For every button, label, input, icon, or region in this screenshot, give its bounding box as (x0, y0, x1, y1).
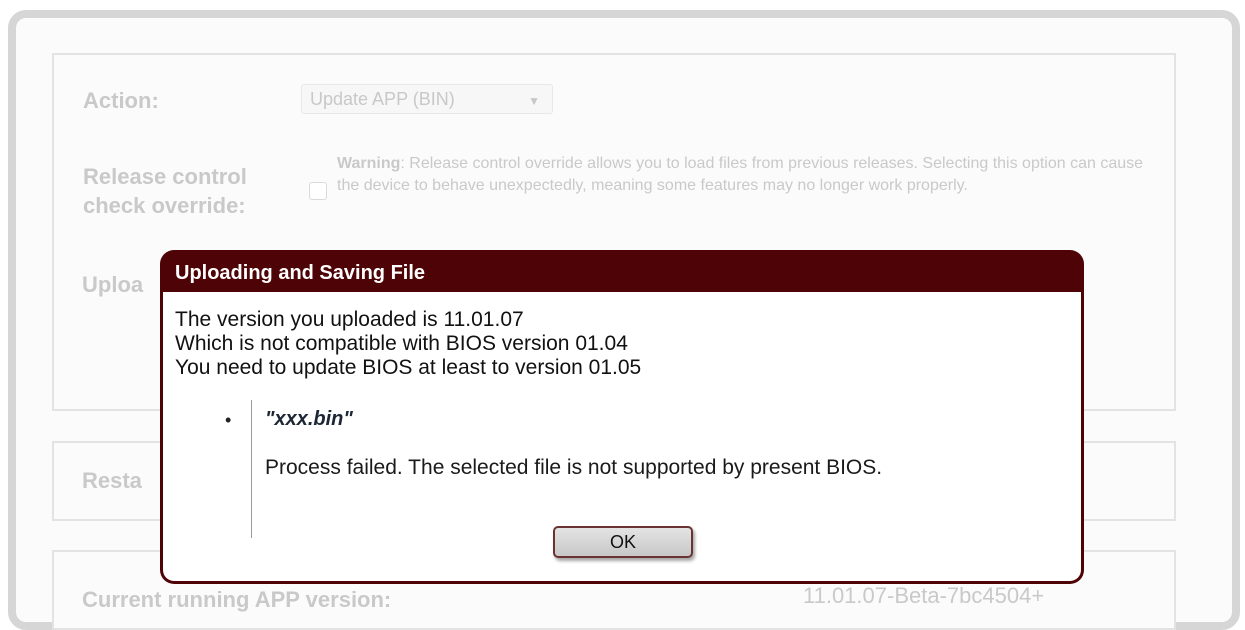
bullet-icon: • (225, 410, 232, 430)
dialog-title: Uploading and Saving File (175, 262, 426, 284)
dropdown-arrow-icon: ▼ (528, 94, 540, 108)
action-select-value: Update APP (BIN) (310, 89, 455, 109)
release-override-checkbox[interactable] (309, 182, 327, 200)
divider (251, 400, 252, 538)
warning-heading: Warning (337, 155, 401, 172)
release-override-label: Release control check override: (83, 164, 247, 218)
current-version-label: Current running APP version: (82, 587, 392, 612)
release-override-warning: Warning: Release control override allows… (337, 153, 1147, 197)
restart-label: Resta (82, 468, 142, 493)
ok-button[interactable]: OK (553, 526, 693, 558)
current-version-value: 11.01.07-Beta-7bc4504+ (803, 583, 1045, 608)
message-line: You need to update BIOS at least to vers… (175, 356, 642, 379)
action-select[interactable]: Update APP (BIN) ▼ (301, 84, 553, 114)
warning-body: : Release control override allows you to… (337, 155, 1144, 194)
action-label: Action: (83, 88, 159, 113)
dialog-body: The version you uploaded is 11.01.07 Whi… (163, 292, 1081, 581)
upload-label: Uploa (82, 272, 144, 297)
dialog-message: The version you uploaded is 11.01.07 Whi… (175, 308, 641, 380)
upload-dialog: Uploading and Saving File The version yo… (160, 250, 1084, 584)
message-line: Which is not compatible with BIOS versio… (175, 332, 628, 355)
message-line: The version you uploaded is 11.01.07 (175, 308, 524, 331)
result-message: Process failed. The selected file is not… (265, 456, 883, 479)
file-name: "xxx.bin" (265, 408, 353, 430)
